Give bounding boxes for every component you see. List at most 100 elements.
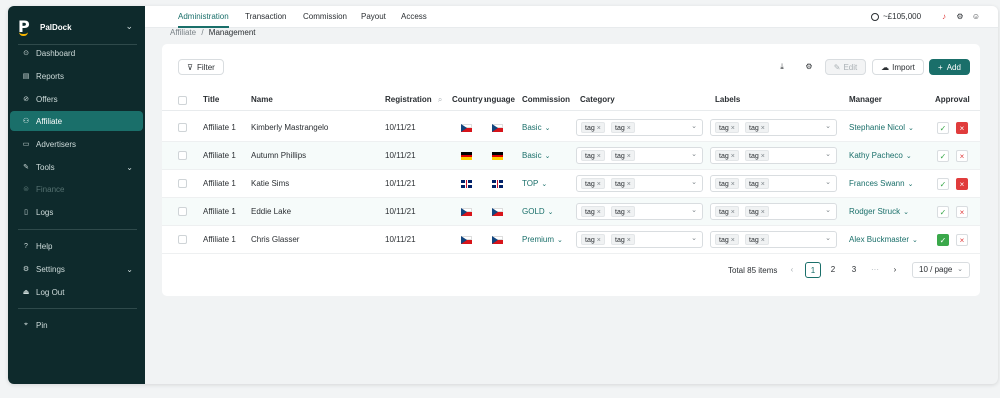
tab-access[interactable]: Access [401,6,427,28]
filter-button[interactable]: ⊽ Filter [178,59,224,75]
sidebar-item-dashboard[interactable]: ⊙ Dashboard [10,43,143,63]
page-1-button[interactable]: 1 [805,262,821,278]
col-language[interactable]: Language [484,89,515,111]
row-checkbox[interactable] [178,179,187,188]
page-3-button[interactable]: 3 [846,262,862,278]
sidebar-item-logs[interactable]: ▯ Logs [10,202,143,222]
reject-button[interactable]: × [956,150,968,162]
manager-select[interactable]: Stephanie Nicol ⌄ [849,114,914,142]
next-page-button[interactable]: › [887,262,903,278]
gear-icon[interactable]: ⚙ [803,61,815,73]
col-registration[interactable]: Registration ⌕ [385,89,442,111]
labels-select[interactable]: tag × tag × ⌄ [710,175,837,192]
brand[interactable]: P PalDock ⌄ [18,15,135,39]
close-icon[interactable]: × [627,181,631,188]
col-name[interactable]: Name [251,89,273,111]
close-icon[interactable]: × [761,209,765,216]
commission-select[interactable]: Basic ⌄ [522,114,550,142]
category-select[interactable]: tag × tag × ⌄ [576,231,703,248]
close-icon[interactable]: × [627,209,631,216]
balance-display[interactable]: ~£105,000 [871,6,921,28]
col-title[interactable]: Title [203,89,219,111]
row-checkbox[interactable] [178,207,187,216]
category-select[interactable]: tag × tag × ⌄ [576,175,703,192]
import-button[interactable]: ☁ Import [872,59,924,75]
row-checkbox[interactable] [178,151,187,160]
sidebar-item-settings[interactable]: ⚙ Settings ⌄ [10,259,143,279]
table-row[interactable]: Affiliate 1 Autumn Phillips 10/11/21 Basic ⌄… [162,142,980,170]
breadcrumb-parent[interactable]: Affiliate [170,28,196,37]
commission-select[interactable]: TOP ⌄ [522,170,547,198]
add-button[interactable]: + Add [929,59,970,75]
close-icon[interactable]: × [597,237,601,244]
sidebar-item-reports[interactable]: ▤ Reports [10,66,143,86]
sidebar-item-advertisers[interactable]: ▭ Advertisers [10,134,143,154]
close-icon[interactable]: × [627,153,631,160]
select-all-checkbox[interactable] [178,96,187,105]
row-checkbox[interactable] [178,123,187,132]
tab-transaction[interactable]: Transaction [245,6,287,28]
download-icon[interactable]: ⤓ [776,61,788,73]
col-commission[interactable]: Commission [522,89,570,111]
tab-payout[interactable]: Payout [361,6,386,28]
approve-button[interactable]: ✓ [937,206,949,218]
commission-select[interactable]: Premium ⌄ [522,226,563,254]
category-select[interactable]: tag × tag × ⌄ [576,119,703,136]
manager-select[interactable]: Rodger Struck ⌄ [849,198,909,226]
edit-button[interactable]: ✎ Edit [825,59,866,75]
close-icon[interactable]: × [761,153,765,160]
col-labels[interactable]: Labels [715,89,740,111]
tab-administration[interactable]: Administration [178,6,229,28]
close-icon[interactable]: × [627,237,631,244]
close-icon[interactable]: × [597,209,601,216]
reject-button[interactable]: × [956,178,968,190]
col-manager[interactable]: Manager [849,89,882,111]
tab-commission[interactable]: Commission [303,6,347,28]
table-row[interactable]: Affiliate 1 Katie Sims 10/11/21 TOP ⌄ tag × tag… [162,170,980,198]
close-icon[interactable]: × [731,237,735,244]
close-icon[interactable]: × [731,153,735,160]
category-select[interactable]: tag × tag × ⌄ [576,203,703,220]
page-size-select[interactable]: 10 / page ⌄ [912,262,970,278]
col-approval[interactable]: Approval [935,89,970,111]
page-2-button[interactable]: 2 [825,262,841,278]
close-icon[interactable]: × [731,209,735,216]
labels-select[interactable]: tag × tag × ⌄ [710,231,837,248]
commission-select[interactable]: GOLD ⌄ [522,198,554,226]
labels-select[interactable]: tag × tag × ⌄ [710,147,837,164]
table-row[interactable]: Affiliate 1 Eddie Lake 10/11/21 GOLD ⌄ tag × ta… [162,198,980,226]
notification-icon[interactable]: ♪ [939,12,949,22]
sidebar-item-pin[interactable]: ⌖ Pin [10,315,143,335]
close-icon[interactable]: × [731,181,735,188]
close-icon[interactable]: × [761,125,765,132]
gear-icon[interactable]: ⚙ [955,12,965,22]
sidebar-item-logout[interactable]: ⏏ Log Out [10,282,143,302]
commission-select[interactable]: Basic ⌄ [522,142,550,170]
user-icon[interactable]: ☺ [971,12,981,22]
col-country[interactable]: Country [452,89,486,111]
more-pages-button[interactable]: ··· [867,262,883,278]
category-select[interactable]: tag × tag × ⌄ [576,147,703,164]
labels-select[interactable]: tag × tag × ⌄ [710,203,837,220]
close-icon[interactable]: × [597,153,601,160]
close-icon[interactable]: × [731,125,735,132]
manager-select[interactable]: Alex Buckmaster ⌄ [849,226,918,254]
approve-button[interactable]: ✓ [937,150,949,162]
approve-button[interactable]: ✓ [937,234,949,246]
sidebar-item-offers[interactable]: ⊘ Offers [10,89,143,109]
reject-button[interactable]: × [956,234,968,246]
row-checkbox[interactable] [178,235,187,244]
manager-select[interactable]: Kathy Pacheco ⌄ [849,142,912,170]
search-icon[interactable]: ⌕ [438,95,442,104]
manager-select[interactable]: Frances Swann ⌄ [849,170,913,198]
approve-button[interactable]: ✓ [937,178,949,190]
close-icon[interactable]: × [627,125,631,132]
reject-button[interactable]: × [956,206,968,218]
close-icon[interactable]: × [597,125,601,132]
table-row[interactable]: Affiliate 1 Kimberly Mastrangelo 10/11/21 B… [162,114,980,142]
close-icon[interactable]: × [597,181,601,188]
labels-select[interactable]: tag × tag × ⌄ [710,119,837,136]
sidebar-item-affiliate[interactable]: ⚇ Affiliate [10,111,143,131]
sidebar-item-tools[interactable]: ✎ Tools ⌄ [10,157,143,177]
close-icon[interactable]: × [761,237,765,244]
